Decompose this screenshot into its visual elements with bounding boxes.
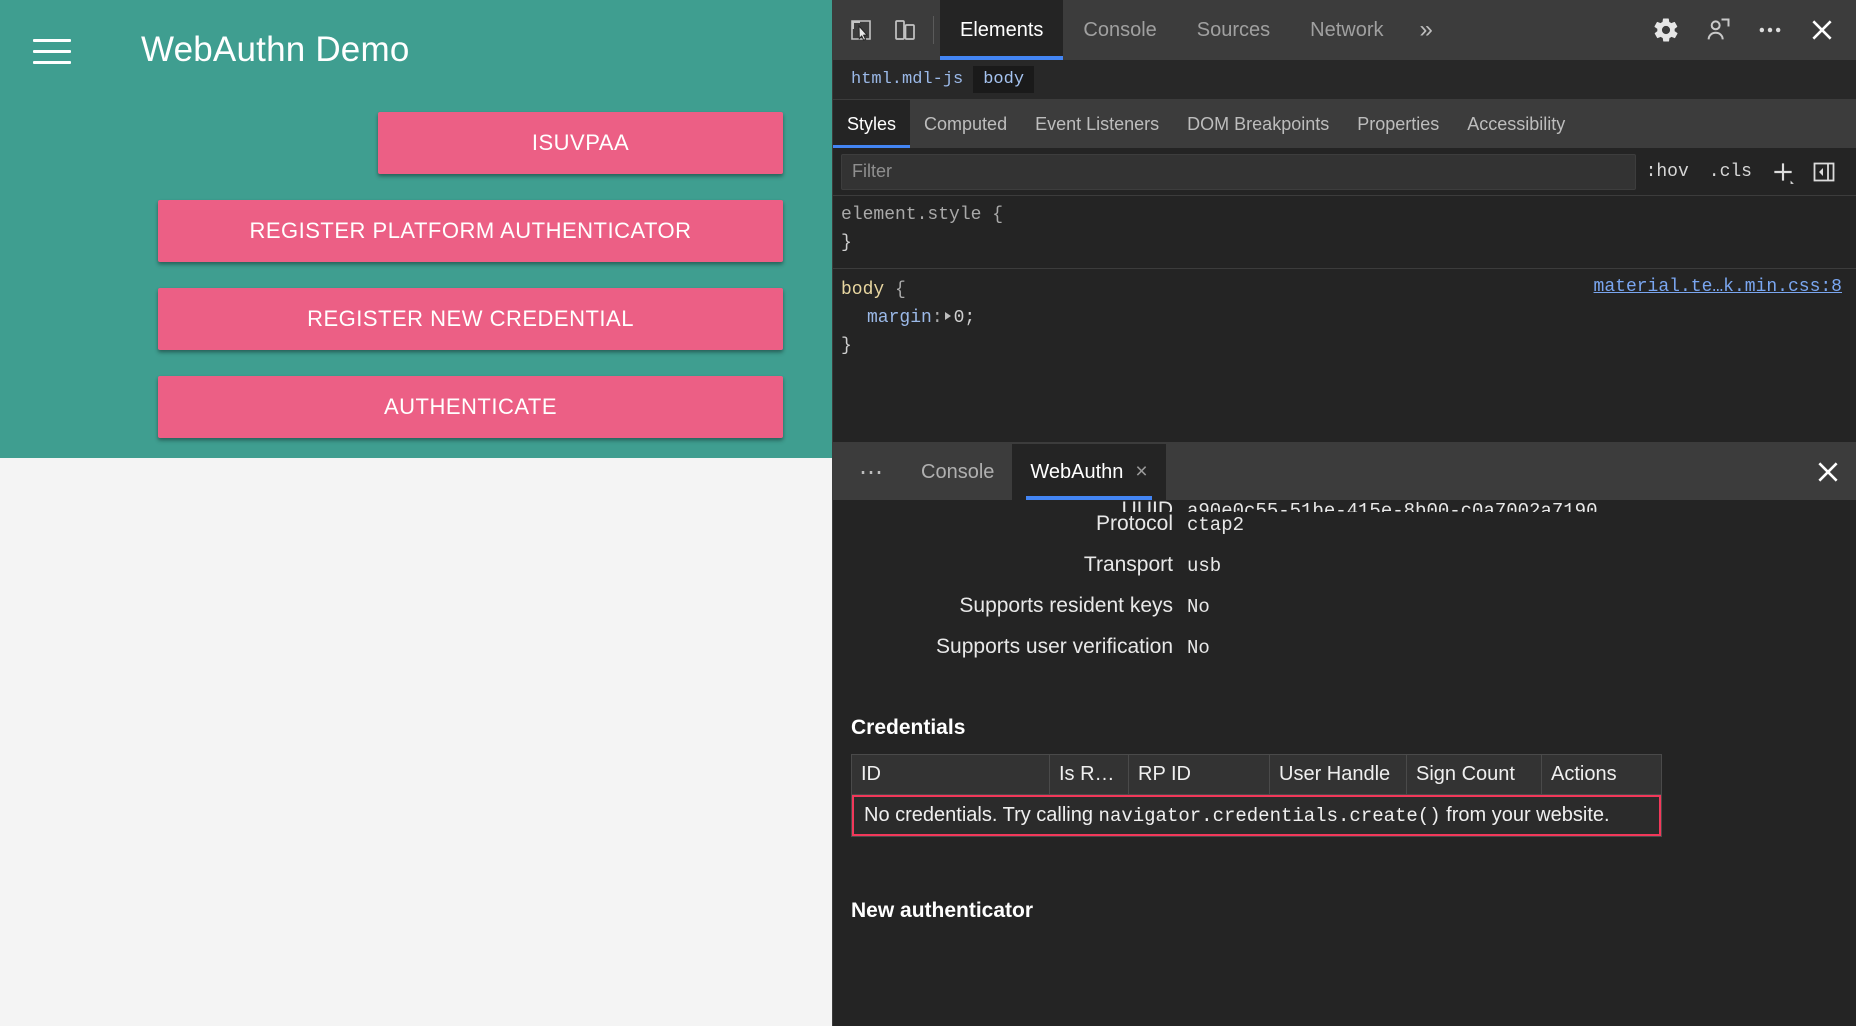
expand-shorthand-icon[interactable] <box>944 312 951 321</box>
detail-value: a90e0c55-51be-415e-8b00-c0a7002a7190 <box>1187 500 1598 512</box>
detail-row: Transport usb <box>851 553 1838 594</box>
credentials-table: ID Is R… RP ID User Handle Sign Count Ac… <box>851 754 1662 837</box>
detail-row: Supports user verification No <box>851 635 1838 676</box>
breadcrumb-item-html[interactable]: html.mdl-js <box>841 66 973 93</box>
breadcrumb: html.mdl-js body <box>833 60 1856 100</box>
tab-accessibility[interactable]: Accessibility <box>1453 100 1579 148</box>
tab-network[interactable]: Network <box>1290 0 1403 60</box>
css-close-brace: } <box>841 232 852 253</box>
tab-styles[interactable]: Styles <box>833 100 911 148</box>
hamburger-menu-icon[interactable] <box>33 39 71 65</box>
devtools-drawer: ⋯ Console WebAuthn × UUID a90e0c55-51be-… <box>833 442 1856 1026</box>
empty-message-code: navigator.credentials.create() <box>1098 805 1441 827</box>
css-selector: element.style <box>841 205 982 225</box>
column-header-actions[interactable]: Actions <box>1541 754 1662 795</box>
breadcrumb-item-body[interactable]: body <box>973 66 1035 93</box>
css-rule-element-style: element.style { } <box>833 200 1856 262</box>
table-header-row: ID Is R… RP ID User Handle Sign Count Ac… <box>851 754 1662 795</box>
hov-toggle[interactable]: :hov <box>1636 162 1699 182</box>
tab-dom-breakpoints[interactable]: DOM Breakpoints <box>1173 100 1343 148</box>
column-header-rp-id[interactable]: RP ID <box>1128 754 1270 795</box>
css-property: margin <box>867 307 932 328</box>
css-close-brace: } <box>841 335 852 356</box>
detail-label: Supports user verification <box>936 635 1173 658</box>
gear-icon[interactable] <box>1640 4 1692 56</box>
browser-window: WebAuthn Demo ISUVPAA REGISTER PLATFORM … <box>0 0 1856 1026</box>
inspect-element-icon[interactable] <box>839 8 883 52</box>
column-header-user-handle[interactable]: User Handle <box>1269 754 1407 795</box>
new-authenticator-section-title: New authenticator <box>851 899 1034 922</box>
devtools-panel: Elements Console Sources Network » html.… <box>832 0 1856 1026</box>
page-viewport: WebAuthn Demo ISUVPAA REGISTER PLATFORM … <box>0 0 832 1026</box>
drawer-tab-label: WebAuthn <box>1030 460 1124 483</box>
feedback-person-icon[interactable] <box>1692 4 1744 56</box>
detail-value: No <box>1187 637 1210 659</box>
stylesheet-source-link[interactable]: material.te…k.min.css:8 <box>1594 277 1842 297</box>
tab-sources[interactable]: Sources <box>1177 0 1290 60</box>
drawer-more-tabs-icon[interactable]: ⋯ <box>841 458 903 487</box>
hamburger-bar <box>33 50 71 53</box>
styles-rules-pane: element.style { } material.te…k.min.css:… <box>833 196 1856 442</box>
styles-filter-input[interactable] <box>841 153 1636 190</box>
register-platform-authenticator-button[interactable]: REGISTER PLATFORM AUTHENTICATOR <box>158 200 783 262</box>
webauthn-panel: UUID a90e0c55-51be-415e-8b00-c0a7002a719… <box>833 500 1856 1026</box>
page-content-area <box>0 458 832 1026</box>
no-credentials-message: No credentials. Try calling navigator.cr… <box>852 795 1661 836</box>
hamburger-bar <box>33 61 71 64</box>
drawer-tab-console[interactable]: Console <box>903 444 1012 500</box>
page-header: WebAuthn Demo ISUVPAA REGISTER PLATFORM … <box>0 0 832 458</box>
detail-label: Supports resident keys <box>959 594 1173 617</box>
devtools-toolbar: Elements Console Sources Network » <box>833 0 1856 60</box>
device-toolbar-icon[interactable] <box>883 8 927 52</box>
tab-computed[interactable]: Computed <box>910 100 1021 148</box>
detail-row: UUID a90e0c55-51be-415e-8b00-c0a7002a719… <box>851 500 1838 512</box>
detail-value: usb <box>1187 555 1222 577</box>
more-options-icon[interactable] <box>1744 4 1796 56</box>
css-selector: body <box>841 279 885 300</box>
detail-label: UUID <box>1121 500 1173 512</box>
column-header-is-resident[interactable]: Is R… <box>1049 754 1129 795</box>
isuvpaa-button[interactable]: ISUVPAA <box>378 112 783 174</box>
detail-value: ctap2 <box>1187 514 1245 536</box>
tab-console[interactable]: Console <box>1063 0 1176 60</box>
css-rule-body: material.te…k.min.css:8 body { margin: 0;… <box>833 267 1856 365</box>
plus-icon[interactable] <box>1762 159 1804 185</box>
detail-label: Transport <box>1083 553 1173 576</box>
tab-properties[interactable]: Properties <box>1343 100 1453 148</box>
styles-filter-row: :hov .cls <box>833 148 1856 196</box>
detail-value: No <box>1187 596 1210 618</box>
styles-sidebar-tabs: Styles Computed Event Listeners DOM Brea… <box>833 100 1856 148</box>
hamburger-bar <box>33 39 71 42</box>
close-tab-icon[interactable]: × <box>1135 460 1147 484</box>
css-declaration[interactable]: margin: 0; <box>841 305 1856 333</box>
css-value: 0; <box>953 307 976 328</box>
css-open-brace: { <box>895 279 906 300</box>
more-tabs-chevron-icon[interactable]: » <box>1404 0 1449 60</box>
detail-label: Protocol <box>1095 512 1173 535</box>
column-header-sign-count[interactable]: Sign Count <box>1406 754 1542 795</box>
detail-row: Protocol ctap2 <box>851 512 1838 553</box>
authenticator-details: UUID a90e0c55-51be-415e-8b00-c0a7002a719… <box>851 500 1838 676</box>
cls-toggle[interactable]: .cls <box>1699 162 1762 182</box>
close-icon[interactable] <box>1796 4 1848 56</box>
drawer-tabbar: ⋯ Console WebAuthn × <box>833 444 1856 500</box>
css-selector-line[interactable]: element.style { <box>841 202 1856 230</box>
authenticate-button[interactable]: AUTHENTICATE <box>158 376 783 438</box>
empty-state-cell: No credentials. Try calling navigator.cr… <box>852 795 1662 837</box>
detail-row: Supports resident keys No <box>851 594 1838 635</box>
column-header-id[interactable]: ID <box>851 754 1050 795</box>
css-open-brace: { <box>992 205 1004 225</box>
credentials-section-title: Credentials <box>851 716 966 739</box>
toggle-sidebar-icon[interactable] <box>1804 160 1848 184</box>
empty-message-suffix: from your website. <box>1440 804 1610 826</box>
empty-message-prefix: No credentials. Try calling <box>864 804 1099 826</box>
tab-elements[interactable]: Elements <box>940 0 1064 60</box>
toolbar-divider <box>933 16 934 44</box>
page-title: WebAuthn Demo <box>141 30 410 69</box>
table-empty-row: No credentials. Try calling navigator.cr… <box>852 795 1662 837</box>
drawer-tab-webauthn[interactable]: WebAuthn × <box>1012 444 1166 500</box>
close-drawer-icon[interactable] <box>1800 444 1856 500</box>
tab-event-listeners[interactable]: Event Listeners <box>1021 100 1173 148</box>
register-new-credential-button[interactable]: REGISTER NEW CREDENTIAL <box>158 288 783 350</box>
